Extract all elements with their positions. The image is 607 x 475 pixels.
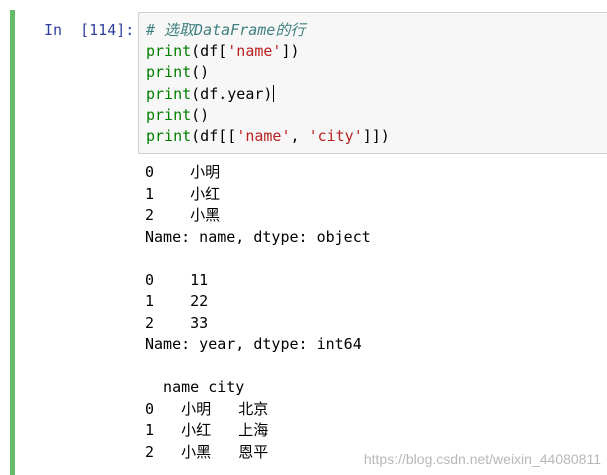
code-token: (df[ [191,42,228,61]
code-token: ]]) [362,126,390,145]
output-line: 2 小黑 [145,206,221,224]
code-line-4: print(df.year) [146,84,390,105]
code-token: () [191,63,210,82]
print-keyword: print [146,42,192,61]
code-line-2: print(df['name']) [146,41,390,62]
code-token: (df[[ [191,126,237,145]
output-line: Name: name, dtype: object [145,227,371,246]
code-line-3: print() [146,62,390,83]
code-token: (df.year) [191,84,273,103]
code-comment: # 选取DataFrame的行 [146,21,306,39]
string-literal: 'city' [308,126,363,145]
cell-output: 0 小明 1 小红 2 小黑 Name: name, dtype: object 0 1… [145,162,605,463]
output-text: 0 小明 1 小红 2 小黑 Name: name, dtype: object 0 1… [145,162,605,463]
code-text[interactable]: # 选取DataFrame的行 print(df['name']) print() p… [146,20,390,147]
string-literal: 'name' [227,42,282,61]
code-token: () [191,105,210,124]
notebook-code-cell[interactable]: In [114]: # 选取DataFrame的行 print(df['name'… [0,0,607,475]
input-prompt: In [114]: [44,21,135,39]
output-line: 0 小明 [145,163,221,181]
watermark-url: https://blog.csdn.net/weixin_44080811 [363,451,601,467]
print-keyword: print [146,126,192,145]
output-line: 0 11 [145,270,209,289]
print-keyword: print [146,63,192,82]
text-cursor [273,84,275,102]
code-token: , [290,126,309,145]
string-literal: 'name' [236,126,291,145]
output-line: 1 小红 上海 [145,421,269,439]
cell-selection-bar [10,10,15,475]
code-line-6: print(df[['name', 'city']]) [146,126,390,147]
output-line: 1 小红 [145,184,221,203]
output-line: 1 22 [145,292,209,310]
code-token: ]) [281,42,300,61]
print-keyword: print [146,84,192,103]
code-editor[interactable]: # 选取DataFrame的行 print(df['name']) print() p… [138,12,607,154]
output-line: 0 小明 北京 [145,399,269,418]
output-line: 2 33 [145,313,209,332]
code-line-1: # 选取DataFrame的行 [146,20,390,41]
code-line-5: print() [146,105,390,126]
output-line: name city [145,378,245,396]
print-keyword: print [146,105,192,124]
output-line: Name: year, dtype: int64 [145,335,362,353]
